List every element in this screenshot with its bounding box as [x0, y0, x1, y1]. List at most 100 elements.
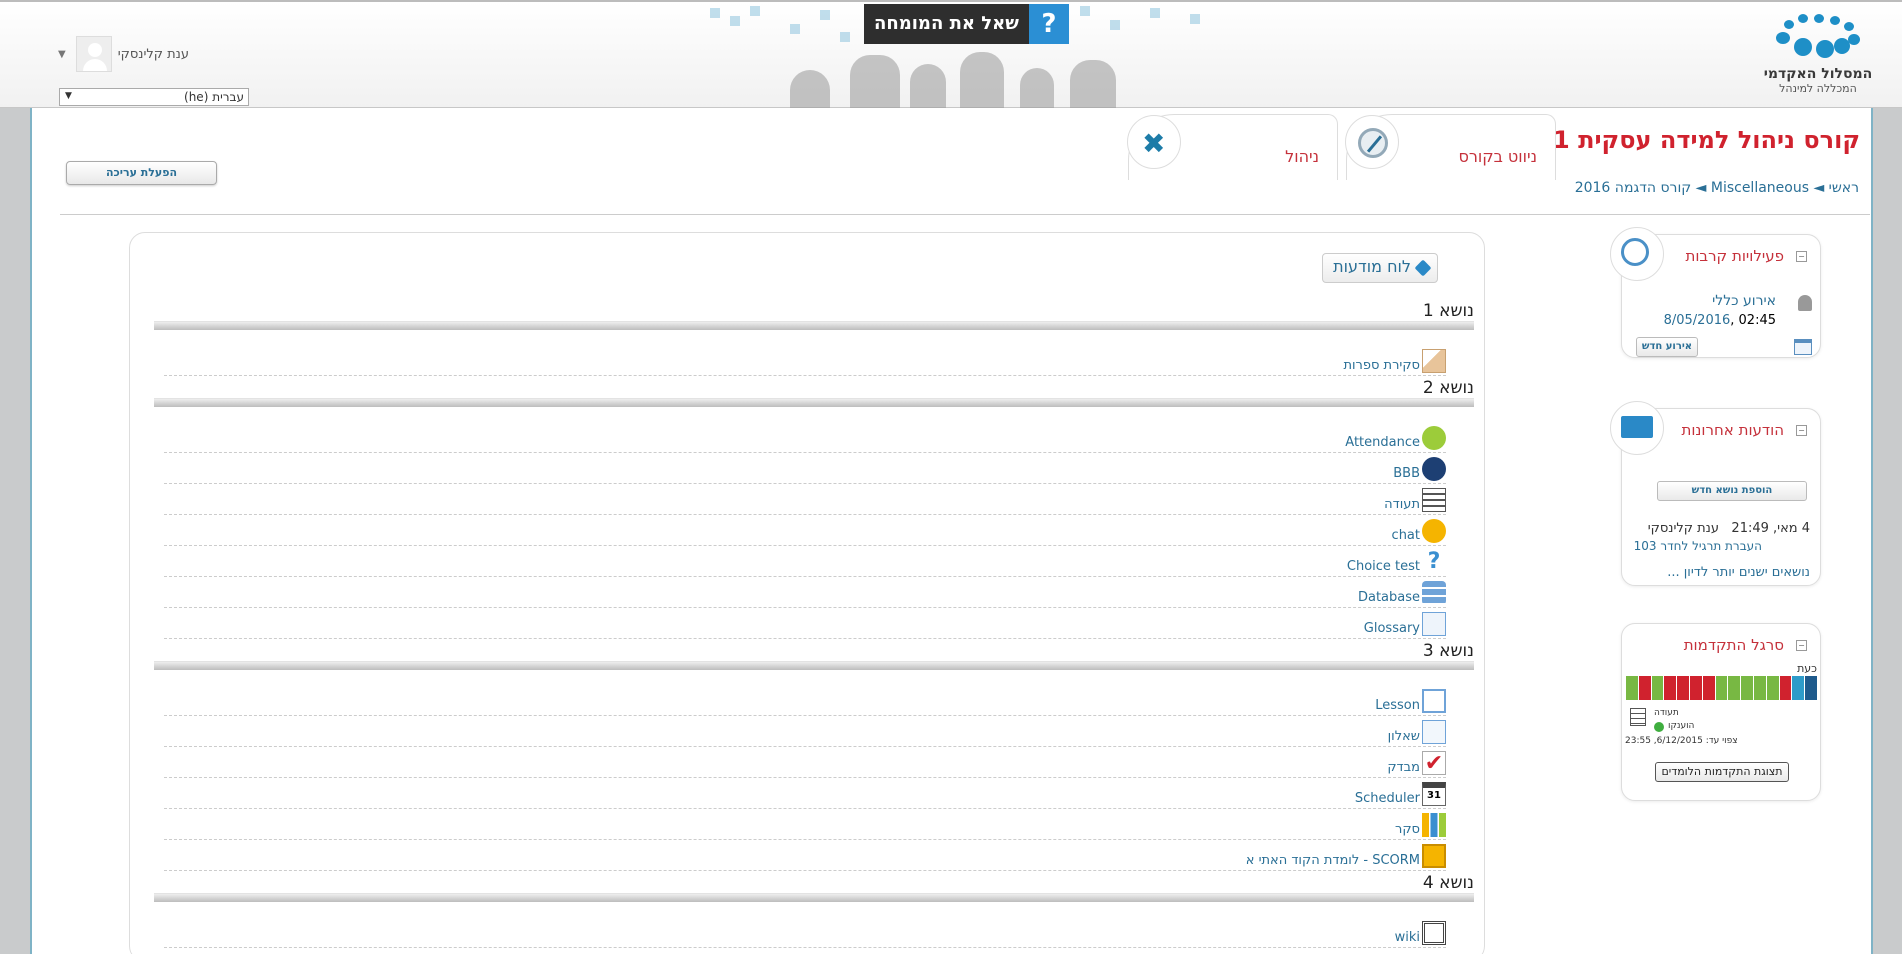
certificate-icon	[1422, 488, 1446, 512]
breadcrumb[interactable]: ראשי ◄ Miscellaneous ◄ קורס הדגמה 2016	[1575, 180, 1859, 196]
activity-item[interactable]: SCORM - לומדת הקוד האתי א	[164, 840, 1446, 871]
progress-segment[interactable]	[1676, 676, 1690, 700]
site-logo[interactable]: המסלול האקדמי המכללה למינהל	[1758, 14, 1878, 95]
collapse-icon[interactable]: −	[1796, 640, 1807, 651]
progress-segment[interactable]	[1689, 676, 1702, 700]
progress-segment[interactable]	[1778, 676, 1792, 700]
news-forum-link[interactable]: לוח מודעות	[1322, 253, 1438, 283]
post-time: 4 מאי, 21:49	[1731, 521, 1810, 536]
activity-item[interactable]: ✔ מבדק	[164, 747, 1446, 778]
progress-segment[interactable]	[1804, 676, 1817, 700]
activity-item[interactable]: 31 Scheduler	[164, 778, 1446, 809]
tab-icon-circle	[1345, 115, 1399, 169]
progress-item-status: הוענקו	[1668, 721, 1695, 731]
activity-link[interactable]: סקירת ספרות	[1343, 358, 1420, 373]
activity-item[interactable]: Attendance	[164, 422, 1446, 453]
event-date[interactable]: 8/05/2016	[1664, 313, 1731, 328]
calendar-icon: 31	[1422, 782, 1446, 806]
topic-divider	[154, 398, 1474, 407]
progress-segment[interactable]	[1714, 676, 1728, 700]
activity-link[interactable]: BBB	[1393, 466, 1420, 481]
progress-segment[interactable]	[1625, 676, 1638, 700]
progress-segment[interactable]	[1727, 676, 1741, 700]
activity-item[interactable]: סקירת ספרות	[164, 345, 1446, 376]
activity-link[interactable]: Attendance	[1345, 435, 1420, 450]
dropdown-arrow-icon: ▼	[65, 91, 72, 101]
activity-item[interactable]: Glossary	[164, 608, 1446, 639]
activity-item[interactable]: תעודה	[164, 484, 1446, 515]
progress-overview-button[interactable]: תצוגת התקדמות הלומדים	[1655, 762, 1789, 782]
turn-editing-on-button[interactable]: הפעלת עריכה	[66, 161, 217, 185]
add-topic-button[interactable]: הוספת נושא חדש	[1657, 481, 1807, 501]
progress-segment[interactable]	[1791, 676, 1805, 700]
collapse-icon[interactable]: −	[1796, 251, 1807, 262]
progress-bar[interactable]	[1625, 676, 1817, 700]
divider	[60, 214, 1870, 215]
activity-item[interactable]: wiki	[164, 917, 1446, 948]
progress-segment[interactable]	[1637, 676, 1651, 700]
ask-expert-button[interactable]: שאל את המומחה ?	[864, 4, 1069, 44]
collapse-icon[interactable]: −	[1796, 425, 1807, 436]
event-datetime: 8/05/2016, 02:45	[1664, 313, 1776, 328]
progress-segment[interactable]	[1753, 676, 1766, 700]
course-content: לוח מודעות נושא 1 סקירת ספרות נושא 2 Att…	[129, 232, 1485, 954]
topic-divider	[154, 893, 1474, 902]
wiki-icon	[1422, 921, 1446, 945]
calendar-icon	[1794, 339, 1812, 355]
ask-expert-label: שאל את המומחה	[864, 4, 1029, 44]
user-menu[interactable]: ▼ ענת קלינסקי	[58, 36, 189, 72]
post-link[interactable]: העברת תרגיל לחדר 103	[1634, 539, 1762, 553]
new-event-button[interactable]: אירוע חדש	[1636, 337, 1698, 357]
upcoming-events-block: − פעילויות קרבות אירוע כללי 8/05/2016, 0…	[1610, 227, 1821, 358]
tab-label: ניווט בקורס	[1458, 147, 1537, 166]
page-content: קורס ניהול למידה עסקית 101 ראשי ◄ Miscel…	[30, 108, 1873, 954]
post-meta: 4 מאי, 21:49 ענת קלינסקי	[1648, 521, 1810, 536]
tab-course-navigation[interactable]: ניווט בקורס	[1345, 114, 1556, 180]
magnifier-icon	[1621, 238, 1649, 266]
survey-icon	[1422, 813, 1446, 837]
tab-administration[interactable]: ✖ ניהול	[1127, 114, 1338, 180]
activity-link[interactable]: Scheduler	[1355, 791, 1420, 806]
progress-segment[interactable]	[1701, 676, 1715, 700]
certificate-icon	[1630, 708, 1646, 726]
activity-link[interactable]: Choice test	[1347, 559, 1420, 574]
post-author: ענת קלינסקי	[1647, 521, 1720, 536]
activity-link[interactable]: chat	[1392, 528, 1420, 543]
activity-item[interactable]: Lesson	[164, 685, 1446, 716]
progress-segment[interactable]	[1650, 676, 1664, 700]
page-title: קורס ניהול למידה עסקית 101	[1520, 126, 1860, 154]
block-title: הודעות אחרונות	[1681, 421, 1784, 439]
older-topics-link[interactable]: נושאים ישנים יותר לדיון ...	[1667, 565, 1810, 580]
activity-item[interactable]: שאלון	[164, 716, 1446, 747]
activity-link[interactable]: תעודה	[1384, 497, 1420, 512]
language-value: עברית (he)	[184, 90, 244, 104]
latest-news-block: − הודעות אחרונות הוספת נושא חדש 4 מאי, 2…	[1610, 401, 1821, 586]
block-title: פעילויות קרבות	[1685, 247, 1784, 265]
glossary-icon	[1422, 612, 1446, 636]
activity-link[interactable]: שאלון	[1388, 729, 1420, 744]
progress-bar-block: − סרגל התקדמות כעת תעודה הוענקו צפוי עד:…	[1621, 623, 1821, 801]
language-select[interactable]: עברית (he) ▼	[59, 88, 249, 106]
activity-item[interactable]: BBB	[164, 453, 1446, 484]
tools-icon: ✖	[1142, 127, 1166, 160]
user-name: ענת קלינסקי	[117, 46, 190, 62]
activity-link[interactable]: סקר	[1395, 822, 1420, 837]
chat-icon	[1422, 519, 1446, 543]
tab-icon-circle: ✖	[1127, 115, 1181, 169]
activity-link[interactable]: wiki	[1395, 930, 1420, 945]
progress-segment[interactable]	[1740, 676, 1754, 700]
event-name[interactable]: אירוע כללי	[1712, 293, 1776, 309]
activity-item[interactable]: chat	[164, 515, 1446, 546]
activity-link[interactable]: Glossary	[1364, 621, 1420, 636]
progress-segment[interactable]	[1663, 676, 1677, 700]
progress-segment[interactable]	[1765, 676, 1779, 700]
activity-link[interactable]: מבדק	[1387, 760, 1420, 775]
activity-item[interactable]: ? Choice test	[164, 546, 1446, 577]
activity-link[interactable]: Database	[1358, 590, 1420, 605]
user-icon	[1798, 295, 1812, 311]
activity-link[interactable]: SCORM - לומדת הקוד האתי א	[1246, 853, 1420, 868]
activity-link[interactable]: Lesson	[1375, 698, 1420, 713]
activity-item[interactable]: סקר	[164, 809, 1446, 840]
now-label: כעת	[1797, 662, 1817, 675]
activity-item[interactable]: Database	[164, 577, 1446, 608]
